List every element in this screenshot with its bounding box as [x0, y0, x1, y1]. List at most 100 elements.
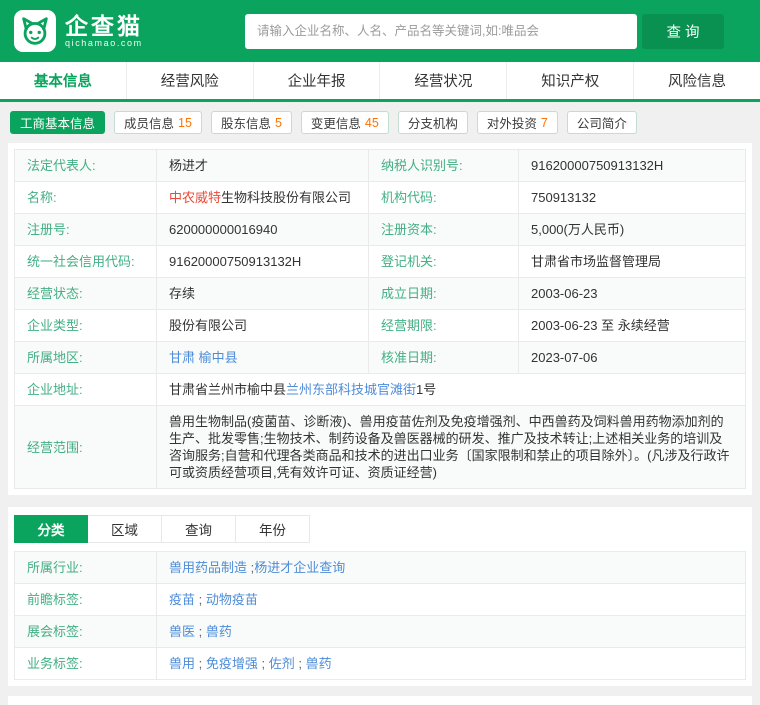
field-label: 纳税人识别号: [368, 149, 519, 182]
chip-shareholders[interactable]: 股东信息 5 [210, 111, 292, 134]
field-label: 统一社会信用代码: [14, 245, 157, 278]
value-link[interactable]: 疫苗 [169, 592, 195, 607]
value-link[interactable]: 甘肃 榆中县 [169, 350, 238, 365]
value-link[interactable]: 免疫增强 [206, 656, 258, 671]
field-value: 91620000750913132H [518, 149, 746, 182]
value-text: 兽用生物制品(疫菌苗、诊断液)、兽用疫苗佐剂及免疫增强剂、中西兽药及饲料兽用药物… [169, 414, 730, 480]
value-link[interactable]: 兽药 [206, 624, 232, 639]
value-text: 91620000750913132H [531, 158, 664, 173]
table-row: 统一社会信用代码: 91620000750913132H 登记机关: 甘肃省市场… [14, 245, 746, 278]
tab-basic-info[interactable]: 基本信息 [0, 62, 127, 99]
value-text: 5,000(万人民币) [531, 222, 625, 237]
search-input[interactable] [245, 13, 637, 49]
chip-count: 45 [364, 115, 379, 130]
table-row: 业务标签: 兽用 ; 免疫增强 ; 佐剂 ; 兽药 [14, 647, 746, 680]
tab-operating-status[interactable]: 经营状况 [380, 62, 508, 99]
field-value: 兽用生物制品(疫菌苗、诊断液)、兽用疫苗佐剂及免疫增强剂、中西兽药及饲料兽用药物… [156, 405, 746, 489]
next-panel-edge [8, 696, 752, 705]
page: 企查猫 qichamao.com 查询 基本信息 经营风险 企业年报 经营状况 … [0, 0, 760, 705]
field-label: 展会标签: [14, 615, 157, 648]
value-text: 股份有限公司 [169, 318, 248, 333]
table-row-business-scope: 经营范围: 兽用生物制品(疫菌苗、诊断液)、兽用疫苗佐剂及免疫增强剂、中西兽药及… [14, 405, 746, 489]
value-text: 生物科技股份有限公司 [221, 190, 352, 205]
field-value: 620000000016940 [156, 213, 369, 246]
chip-count: 15 [178, 115, 192, 130]
field-label: 法定代表人: [14, 149, 157, 182]
chip-changes[interactable]: 变更信息 45 [300, 111, 389, 134]
field-label: 经营状态: [14, 277, 157, 310]
field-value: 存续 [156, 277, 369, 310]
brand-text: 企查猫 qichamao.com [65, 14, 143, 48]
chip-label: 工商基本信息 [20, 117, 96, 131]
value-link[interactable]: 兽医 [169, 624, 195, 639]
classification-panel: 分类 区域 查询 年份 所属行业: 兽用药品制造 ;杨进才企业查询 前瞻标签: … [8, 507, 752, 686]
tab-annual-report[interactable]: 企业年报 [254, 62, 381, 99]
field-value: 甘肃 榆中县 [156, 341, 369, 374]
chip-company-profile[interactable]: 公司简介 [566, 111, 637, 134]
value-text: 620000000016940 [169, 222, 278, 237]
table-row-address: 企业地址: 甘肃省兰州市榆中县兰州东部科技城官滩街1号 [14, 373, 746, 406]
field-label: 注册资本: [368, 213, 519, 246]
section-nav: 工商基本信息 成员信息 15 股东信息 5 变更信息 45 分支机构 对外投资 … [0, 102, 760, 143]
field-label: 所属行业: [14, 551, 157, 584]
business-info-panel: 法定代表人: 杨进才 纳税人识别号: 91620000750913132H 名称… [8, 143, 752, 495]
search-button[interactable]: 查询 [642, 13, 724, 49]
value-link[interactable]: 兽用 [169, 656, 195, 671]
field-label: 经营范围: [14, 405, 157, 489]
field-value: 股份有限公司 [156, 309, 369, 342]
field-label: 登记机关: [368, 245, 519, 278]
table-row: 展会标签: 兽医 ; 兽药 [14, 615, 746, 648]
table-row: 名称: 中农威特生物科技股份有限公司 机构代码: 750913132 [14, 181, 746, 214]
value-link[interactable]: 杨进才企业查询 [254, 560, 345, 575]
field-label: 前瞻标签: [14, 583, 157, 616]
value-link[interactable]: 兰州东部科技城官滩街 [286, 382, 416, 397]
table-row: 前瞻标签: 疫苗 ; 动物疫苗 [14, 583, 746, 616]
field-label: 所属地区: [14, 341, 157, 374]
ftab-category[interactable]: 分类 [14, 515, 88, 543]
qichamao-logo[interactable]: 企查猫 qichamao.com [14, 10, 143, 52]
field-label: 企业地址: [14, 373, 157, 406]
value-link[interactable]: 兽用药品制造 [169, 560, 247, 575]
chip-count: 5 [274, 115, 282, 130]
value-text: 中农威特 [169, 190, 222, 205]
field-value: 750913132 [518, 181, 746, 214]
field-value: 2003-06-23 至 永续经营 [518, 309, 746, 342]
tab-intellectual-property[interactable]: 知识产权 [507, 62, 635, 99]
chip-label: 变更信息 [310, 117, 361, 131]
field-value: 甘肃省市场监督管理局 [518, 245, 746, 278]
field-value: 兽用 ; 免疫增强 ; 佐剂 ; 兽药 [156, 647, 746, 680]
chip-label: 对外投资 [486, 117, 537, 131]
chip-members[interactable]: 成员信息 15 [114, 111, 202, 134]
chip-business-registration[interactable]: 工商基本信息 [10, 111, 106, 134]
chip-label: 公司简介 [576, 117, 627, 131]
chip-investments[interactable]: 对外投资 7 [476, 111, 558, 134]
table-row: 企业类型: 股份有限公司 经营期限: 2003-06-23 至 永续经营 [14, 309, 746, 342]
value-link[interactable]: 动物疫苗 [206, 592, 258, 607]
field-value: 中农威特生物科技股份有限公司 [156, 181, 369, 214]
brand-name: 企查猫 [65, 12, 143, 39]
field-label: 业务标签: [14, 647, 157, 680]
table-row: 法定代表人: 杨进才 纳税人识别号: 91620000750913132H [14, 149, 746, 182]
field-label: 名称: [14, 181, 157, 214]
chip-label: 分支机构 [407, 117, 458, 131]
value-text: 750913132 [531, 190, 597, 205]
value-link[interactable]: 兽药 [306, 656, 332, 671]
cat-logo-icon [14, 10, 56, 52]
tab-risk-info[interactable]: 风险信息 [634, 62, 760, 99]
field-value: 2003-06-23 [518, 277, 746, 310]
business-info-table: 法定代表人: 杨进才 纳税人识别号: 91620000750913132H 名称… [14, 149, 746, 489]
value-text: 2023-07-06 [531, 350, 598, 365]
value-text: 1号 [416, 382, 437, 397]
main-nav: 基本信息 经营风险 企业年报 经营状况 知识产权 风险信息 [0, 62, 760, 102]
tab-business-risk[interactable]: 经营风险 [127, 62, 254, 99]
chip-branches[interactable]: 分支机构 [397, 111, 468, 134]
field-label: 核准日期: [368, 341, 519, 374]
ftab-region[interactable]: 区域 [88, 515, 162, 543]
ftab-query[interactable]: 查询 [162, 515, 236, 543]
table-row: 经营状态: 存续 成立日期: 2003-06-23 [14, 277, 746, 310]
field-value: 91620000750913132H [156, 245, 369, 278]
value-link[interactable]: 佐剂 [269, 656, 295, 671]
table-row: 所属行业: 兽用药品制造 ;杨进才企业查询 [14, 551, 746, 584]
value-text: 91620000750913132H [169, 254, 302, 269]
ftab-year[interactable]: 年份 [236, 515, 310, 543]
